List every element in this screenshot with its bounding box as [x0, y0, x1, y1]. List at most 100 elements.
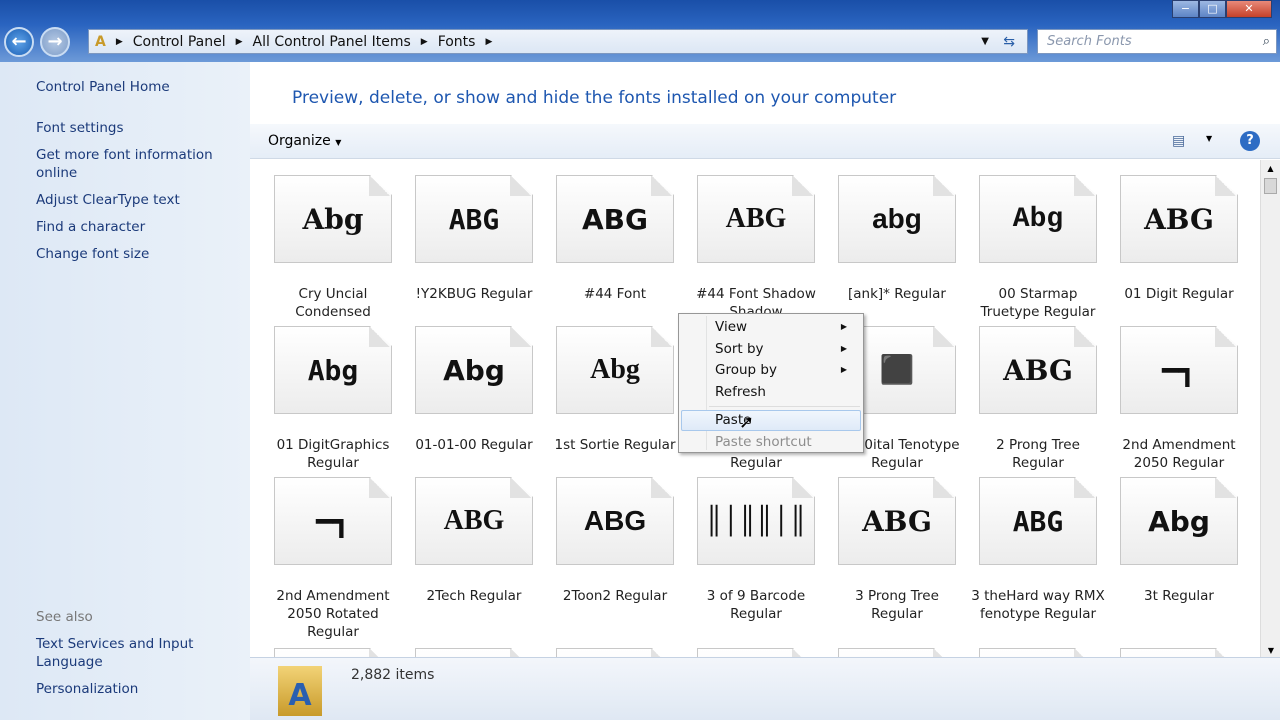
sidebar-personalization[interactable]: Personalization [36, 680, 236, 698]
font-preview-thumbnail[interactable] [415, 648, 533, 657]
font-item[interactable]: ABG 2 Prong Tree Regular [979, 326, 1097, 472]
fonts-folder-icon: A [278, 666, 322, 716]
maximize-button[interactable]: □ [1199, 0, 1226, 18]
font-item[interactable]: ━┓ 2nd Amendment 2050 Regular [1120, 326, 1238, 472]
font-name-label: 3 Prong Tree Regular [855, 588, 939, 622]
font-item[interactable]: ABG #44 Font Shadow Shadow [696, 175, 816, 321]
font-preview-text: ━┓ [316, 504, 350, 538]
sidebar-font-settings[interactable]: Font settings [36, 119, 236, 137]
font-name-label: 2Tech Regular [426, 588, 522, 604]
search-icon[interactable]: ⌕ [1263, 34, 1270, 49]
dropdown-icon[interactable]: ▼ [981, 36, 989, 47]
font-item[interactable]: Abg 1st Sortie Regular [554, 326, 676, 454]
sidebar-text-services[interactable]: Text Services and Input Language [36, 635, 206, 671]
scroll-up-icon[interactable]: ▲ [1261, 164, 1280, 173]
font-preview-thumbnail: ━┓ [1120, 326, 1238, 414]
font-name-label: Regular [730, 455, 782, 471]
font-name-label: 2nd Amendment 2050 Rotated Regular [276, 588, 390, 640]
view-dropdown-icon[interactable]: ▼ [1206, 134, 1212, 143]
back-button[interactable]: ← [4, 27, 34, 57]
font-name-label: #44 Font [583, 286, 647, 302]
font-item[interactable]: ━┓ 2nd Amendment 2050 Rotated Regular [274, 477, 392, 641]
font-preview-text: Abg [590, 354, 640, 385]
menu-refresh[interactable]: Refresh [715, 384, 855, 400]
address-bar[interactable]: A ▶ Control Panel ▶ All Control Panel It… [88, 29, 1028, 54]
font-name-label: 3 of 9 Barcode Regular [706, 588, 806, 622]
font-name-label: [ank]* Regular [847, 286, 946, 302]
font-item[interactable]: Abg 01 DigitGraphics Regular [274, 326, 392, 472]
font-item[interactable]: ABG 2Tech Regular [415, 477, 533, 605]
font-item[interactable]: Abg Cry Uncial Condensed [274, 175, 392, 321]
close-button[interactable]: ✕ [1226, 0, 1272, 18]
font-preview-thumbnail: Abg [556, 326, 674, 414]
font-name-label: 01-01-00 Regular [415, 437, 533, 453]
font-preview-thumbnail: Abg [1120, 477, 1238, 565]
font-name-label: 1st Sortie Regular [554, 437, 676, 453]
font-preview-thumbnail[interactable] [274, 648, 392, 657]
mouse-cursor-icon: ➚ [739, 412, 755, 433]
font-preview-thumbnail: ABG [979, 326, 1097, 414]
chevron-right-icon: ▶ [115, 36, 123, 47]
font-item[interactable]: ║│║║│║ 3 of 9 Barcode Regular [697, 477, 815, 623]
font-preview-thumbnail[interactable] [1120, 648, 1238, 657]
font-preview-thumbnail[interactable] [556, 648, 674, 657]
help-icon[interactable]: ? [1240, 131, 1260, 151]
font-item[interactable]: ABG #44 Font [556, 175, 674, 303]
menu-view[interactable]: View ▶ [715, 319, 855, 335]
menu-group-by[interactable]: Group by ▶ [715, 362, 855, 378]
sidebar-find-character[interactable]: Find a character [36, 218, 236, 236]
font-preview-text: Abg [1012, 203, 1064, 235]
font-name-label: 3 theHard way RMX fenotype Regular [971, 588, 1105, 622]
font-item[interactable]: ABG 3 theHard way RMX fenotype Regular [971, 477, 1105, 623]
font-name-label: 2nd Amendment 2050 Regular [1122, 437, 1236, 471]
font-name-label: 01 DigitGraphics Regular [276, 437, 390, 471]
fonts-folder-icon: A [95, 33, 106, 50]
font-item[interactable]: Abg 00 Starmap Truetype Regular [979, 175, 1097, 321]
scroll-down-icon[interactable]: ▼ [1261, 646, 1280, 655]
font-preview-thumbnail: ║│║║│║ [697, 477, 815, 565]
sidebar-more-font-info[interactable]: Get more font information online [36, 146, 226, 182]
font-preview-thumbnail[interactable] [697, 648, 815, 657]
refresh-icon[interactable]: ⇆ [1003, 34, 1015, 50]
font-preview-text: ABG [583, 505, 647, 536]
font-preview-thumbnail: abg [838, 175, 956, 263]
font-item[interactable]: Abg 3t Regular [1120, 477, 1238, 605]
font-name-label: 2Toon2 Regular [562, 588, 668, 604]
font-preview-text: ABG [443, 505, 505, 536]
font-preview-thumbnail[interactable] [838, 648, 956, 657]
breadcrumb-fonts[interactable]: Fonts [438, 34, 476, 50]
menu-sort-by[interactable]: Sort by ▶ [715, 341, 855, 357]
sidebar-control-panel-home[interactable]: Control Panel Home [36, 78, 236, 96]
font-preview-text: ABG [725, 203, 787, 234]
font-name-label: 00 Starmap Truetype Regular [980, 286, 1096, 320]
organize-button[interactable]: Organize ▼ [268, 133, 341, 149]
minimize-button[interactable]: − [1172, 0, 1199, 18]
breadcrumb-control-panel[interactable]: Control Panel [133, 34, 226, 50]
vertical-scrollbar[interactable]: ▲ ▼ [1260, 160, 1280, 657]
font-preview-text: ║│║║│║ [705, 505, 807, 537]
font-item[interactable]: ABG 3 Prong Tree Regular [838, 477, 956, 623]
menu-paste-shortcut: Paste shortcut [715, 434, 812, 450]
font-preview-text: Abg [307, 353, 359, 387]
sidebar-cleartype[interactable]: Adjust ClearType text [36, 191, 236, 209]
font-preview-thumbnail[interactable] [979, 648, 1097, 657]
scrollbar-thumb[interactable] [1264, 178, 1277, 194]
font-preview-thumbnail: ABG [415, 175, 533, 263]
font-name-label: Cry Uncial Condensed [295, 286, 371, 320]
view-options-icon[interactable]: ▤ [1172, 133, 1185, 149]
font-item[interactable]: ABG 01 Digit Regular [1120, 175, 1238, 303]
sidebar-change-font-size[interactable]: Change font size [36, 245, 236, 263]
font-item[interactable]: ABG !Y2KBUG Regular [415, 175, 533, 303]
font-item[interactable]: Abg 01-01-00 Regular [415, 326, 533, 454]
font-item[interactable]: ABG 2Toon2 Regular [556, 477, 674, 605]
font-name-label: !Y2KBUG Regular [415, 286, 533, 302]
font-preview-text: ABG [1144, 202, 1214, 236]
search-input[interactable]: Search Fonts ⌕ [1037, 29, 1277, 54]
font-preview-text: ABG [1012, 504, 1064, 538]
breadcrumb-all-items[interactable]: All Control Panel Items [253, 34, 411, 50]
forward-button[interactable]: → [40, 27, 70, 57]
menu-paste[interactable]: Paste [715, 412, 855, 428]
font-name-label: 01 Digit Regular [1124, 286, 1234, 302]
font-item[interactable]: abg [ank]* Regular [838, 175, 956, 303]
font-preview-text: abg [872, 203, 922, 234]
